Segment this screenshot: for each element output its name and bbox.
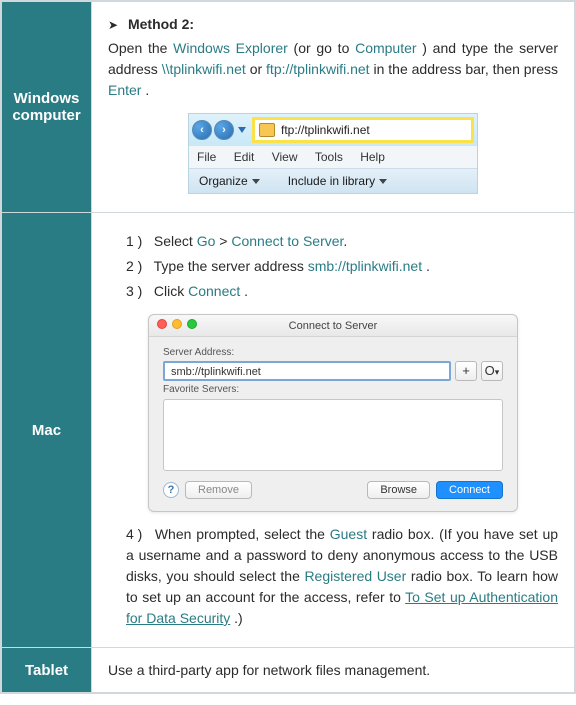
explorer-toolbar: Organize Include in library <box>189 168 477 193</box>
key-enter: Enter <box>108 82 141 98</box>
smb-address: smb://tplinkwifi.net <box>308 258 422 274</box>
help-icon[interactable]: ? <box>163 482 179 498</box>
step-1: 1 ) Select Go > Connect to Server. <box>126 231 558 252</box>
chevron-down-icon: ▾ <box>495 367 500 377</box>
close-icon[interactable] <box>157 319 167 329</box>
browse-button[interactable]: Browse <box>367 481 430 499</box>
step-4: 4 ) When prompted, select the Guest radi… <box>126 524 558 629</box>
address-bar[interactable]: ftp://tplinkwifi.net <box>252 117 474 143</box>
menu-bar: File Edit View Tools Help <box>189 146 477 168</box>
remove-button[interactable]: Remove <box>185 481 252 499</box>
guest-option: Guest <box>330 526 367 542</box>
arrow-icon: ➤ <box>108 18 118 32</box>
tablet-content: Use a third-party app for network files … <box>92 648 575 693</box>
menu-view[interactable]: View <box>272 150 298 164</box>
connect-action: Connect <box>188 283 240 299</box>
zoom-icon[interactable] <box>187 319 197 329</box>
organize-button[interactable]: Organize <box>199 174 260 188</box>
add-favorite-button[interactable]: + <box>455 361 477 381</box>
mac-steps: 1 ) Select Go > Connect to Server. 2 ) T… <box>108 231 558 302</box>
nav-forward-icon[interactable]: › <box>214 120 234 140</box>
favorite-servers-list[interactable] <box>163 399 503 471</box>
mac-steps-cont: 4 ) When prompted, select the Guest radi… <box>108 524 558 629</box>
menu-go: Go <box>197 233 216 249</box>
ftp-address: ftp://tplinkwifi.net <box>266 61 370 77</box>
step-3: 3 ) Click Connect . <box>126 281 558 302</box>
include-library-button[interactable]: Include in library <box>288 174 387 188</box>
unc-address: \\tplinkwifi.net <box>162 61 246 77</box>
minimize-icon[interactable] <box>172 319 182 329</box>
label-line2: computer <box>6 107 87 124</box>
window-controls <box>157 319 197 329</box>
windows-explorer-screenshot: ‹ › ftp://tplinkwifi.net File Edit View … <box>188 113 478 194</box>
row-label-mac: Mac <box>2 213 92 648</box>
link-windows-explorer[interactable]: Windows Explorer <box>173 40 288 56</box>
server-address-label: Server Address: <box>163 347 503 358</box>
menu-tools[interactable]: Tools <box>315 150 343 164</box>
menu-file[interactable]: File <box>197 150 216 164</box>
windows-paragraph: Open the Windows Explorer (or go to Comp… <box>108 38 558 101</box>
menu-edit[interactable]: Edit <box>234 150 255 164</box>
dialog-title: Connect to Server <box>289 320 378 332</box>
menu-connect-to-server: Connect to Server <box>231 233 343 249</box>
row-label-tablet: Tablet <box>2 648 92 693</box>
server-address-input[interactable]: smb://tplinkwifi.net <box>163 361 451 381</box>
favorite-servers-label: Favorite Servers: <box>163 384 503 395</box>
step-2: 2 ) Type the server address smb://tplink… <box>126 256 558 277</box>
address-text: ftp://tplinkwifi.net <box>281 123 370 137</box>
nav-dropdown-icon[interactable] <box>238 127 246 135</box>
connect-button[interactable]: Connect <box>436 481 503 499</box>
chevron-down-icon <box>252 179 260 184</box>
chevron-down-icon <box>379 179 387 184</box>
label-line1: Windows <box>6 90 87 107</box>
link-computer[interactable]: Computer <box>355 40 416 56</box>
registered-user-option: Registered User <box>304 568 406 584</box>
nav-back-icon[interactable]: ‹ <box>192 120 212 140</box>
windows-content: ➤ Method 2: Open the Windows Explorer (o… <box>92 2 575 213</box>
tablet-text: Use a third-party app for network files … <box>108 662 430 678</box>
history-button[interactable]: O▾ <box>481 361 503 381</box>
mac-content: 1 ) Select Go > Connect to Server. 2 ) T… <box>92 213 575 648</box>
row-label-windows: Windows computer <box>2 2 92 213</box>
doc-table: Windows computer ➤ Method 2: Open the Wi… <box>0 0 576 694</box>
dialog-titlebar: Connect to Server <box>149 315 517 337</box>
mac-dialog-screenshot: Connect to Server Server Address: smb://… <box>148 314 518 512</box>
menu-help[interactable]: Help <box>360 150 385 164</box>
method-title: Method 2: <box>128 16 194 32</box>
folder-icon <box>259 123 275 137</box>
method-heading: ➤ Method 2: <box>108 16 558 32</box>
